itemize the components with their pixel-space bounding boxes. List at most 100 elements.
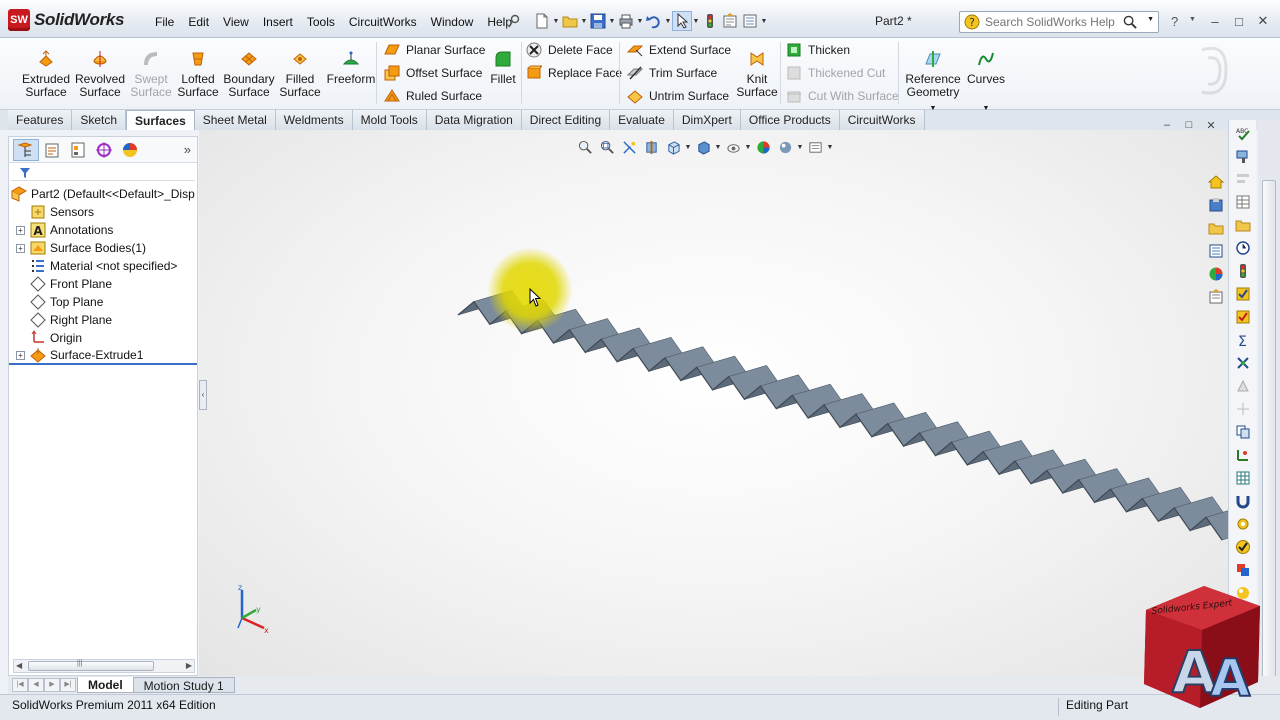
spelling-check-button[interactable]: ABC [1232,123,1254,143]
tree-item-front-plane[interactable]: Front Plane [9,275,197,293]
tree-item-material-not-specified[interactable]: Material <not specified> [9,257,197,275]
panel-splitter-handle[interactable]: ‹ [199,380,207,410]
menu-window[interactable]: Window [424,13,481,31]
save-button[interactable] [588,11,608,31]
color-swatch-button[interactable] [1232,560,1254,580]
menu-view[interactable]: View [216,13,256,31]
scroll-left-arrow-icon[interactable]: ◀ [16,661,22,670]
cut-with-surface-button[interactable]: Cut With Surface [786,87,899,105]
traffic-light-button[interactable] [1232,261,1254,281]
untrim-surface-button[interactable]: Untrim Surface [627,87,729,105]
tools-folder-button[interactable] [1232,215,1254,235]
tree-root-part[interactable]: Part2 (Default<<Default>_Disp [9,185,197,203]
minimize-button[interactable]: – [1203,12,1227,30]
tab-sheet-metal[interactable]: Sheet Metal [194,110,276,130]
menu-circuitworks[interactable]: CircuitWorks [342,13,424,31]
vertical-scrollbar-thumb[interactable] [1262,180,1276,720]
tab-weldments[interactable]: Weldments [275,110,353,130]
curves-button[interactable]: Curves ▼ [964,50,1008,115]
undo-dropdown-caret[interactable]: ▼ [664,11,672,31]
display-style-caret[interactable]: ▼ [714,139,722,155]
format-painter-button[interactable] [1232,146,1254,166]
last-tab-arrow-icon[interactable]: ▶| [60,678,76,692]
hide-show-caret[interactable]: ▼ [744,139,752,155]
ruled-surface-button[interactable]: Ruled Surface [384,87,482,105]
view-settings-button[interactable] [804,139,826,155]
tree-item-top-plane[interactable]: Top Plane [9,293,197,311]
file-properties-button[interactable] [720,11,740,31]
menu-file[interactable]: File [148,13,181,31]
tab-model[interactable]: Model [77,677,134,693]
thickened-cut-button[interactable]: Thickened Cut [786,64,885,82]
tab-mold-tools[interactable]: Mold Tools [352,110,427,130]
undo-button[interactable] [644,11,664,31]
scroll-right-arrow-icon[interactable]: ▶ [186,661,192,670]
search-dropdown-caret[interactable]: ▼ [1147,16,1154,23]
edit-appearance-button[interactable] [752,139,774,155]
menu-insert[interactable]: Insert [256,13,300,31]
configuration-manager-tab[interactable] [65,139,91,161]
tree-filter[interactable] [11,165,195,181]
select-dropdown-caret[interactable]: ▼ [692,11,700,31]
print-dropdown-caret[interactable]: ▼ [636,11,644,31]
expand-panel-chevron-icon[interactable]: » [184,142,191,157]
tab-circuitworks[interactable]: CircuitWorks [839,110,925,130]
property-manager-tab[interactable] [39,139,65,161]
hide-show-items-button[interactable] [722,139,744,155]
grid-button[interactable] [1232,468,1254,488]
apply-scene-button[interactable] [774,139,796,155]
expand-plus-icon[interactable]: + [16,243,25,253]
tab-sketch[interactable]: Sketch [72,110,127,130]
rebuild-button[interactable] [700,11,720,31]
next-tab-arrow-icon[interactable]: ▶ [44,678,60,692]
fillet-button[interactable]: Fillet [487,50,519,86]
planar-surface-button[interactable]: Planar Surface [384,41,485,59]
extruded-surface-button[interactable]: Extruded Surface [20,50,72,99]
copy-button[interactable] [1232,422,1254,442]
check-mark-button[interactable] [1232,284,1254,304]
revolved-surface-button[interactable]: Revolved Surface [74,50,126,99]
viewport-close-button[interactable]: ✕ [1200,117,1222,133]
coordinate-button[interactable] [1232,445,1254,465]
tree-item-surface-extrude1[interactable]: + Surface-Extrude1 [9,347,197,365]
tab-evaluate[interactable]: Evaluate [610,110,674,130]
design-library-tab[interactable] [1206,195,1226,215]
align-button[interactable] [1232,169,1254,189]
close-button[interactable]: ✕ [1251,12,1275,30]
file-explorer-tab[interactable] [1206,218,1226,238]
print-button[interactable] [616,11,636,31]
check-mark-button[interactable] [1232,307,1254,327]
tab-motion-study-1[interactable]: Motion Study 1 [132,677,235,693]
trim-surface-button[interactable]: Trim Surface [627,64,717,82]
viewport-minimize-button[interactable]: – [1156,117,1178,133]
extend-surface-button[interactable]: Extend Surface [627,41,731,59]
view-palette-tab[interactable] [1206,241,1226,261]
viewport-restore-button[interactable]: □ [1178,117,1200,133]
magnet-button[interactable] [1232,491,1254,511]
tab-dimxpert[interactable]: DimXpert [673,110,741,130]
maximize-button[interactable]: □ [1227,12,1251,30]
gear-button[interactable] [1232,514,1254,534]
tab-surfaces[interactable]: Surfaces [126,110,195,130]
select-button[interactable] [672,11,692,31]
expand-plus-icon[interactable]: + [16,225,25,235]
open-button[interactable] [560,11,580,31]
swept-surface-button[interactable]: Swept Surface [126,50,176,99]
tree-item-annotations[interactable]: + A Annotations [9,221,197,239]
view-orientation-caret[interactable]: ▼ [684,139,692,155]
tree-item-origin[interactable]: Origin [9,329,197,347]
tab-direct-editing[interactable]: Direct Editing [521,110,611,130]
options-dropdown-caret[interactable]: ▼ [760,11,768,31]
point-button[interactable] [1232,376,1254,396]
first-tab-arrow-icon[interactable]: |◀ [12,678,28,692]
tab-office-products[interactable]: Office Products [740,110,840,130]
zoom-to-fit-button[interactable] [574,139,596,155]
mate-button[interactable] [1232,353,1254,373]
validate-button[interactable] [1232,537,1254,557]
axis-button[interactable] [1232,399,1254,419]
boundary-surface-button[interactable]: Boundary Surface [222,50,276,99]
custom-properties-tab[interactable] [1206,287,1226,307]
filled-surface-button[interactable]: Filled Surface [278,50,322,99]
table-button[interactable] [1232,192,1254,212]
options-button[interactable] [740,11,760,31]
